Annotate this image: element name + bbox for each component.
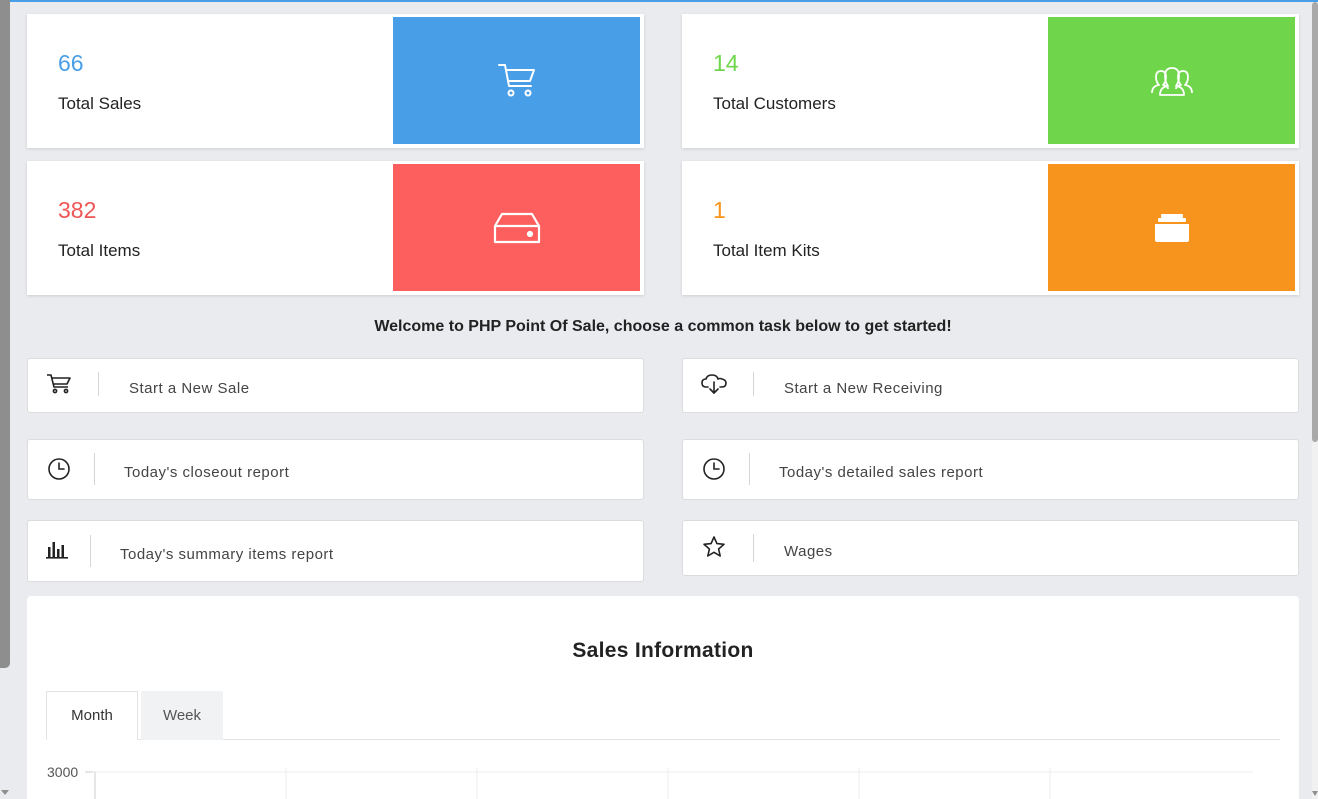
right-scroll-down-arrow[interactable] [1312, 791, 1318, 796]
task-start-new-sale[interactable]: Start a New Sale [27, 358, 644, 413]
task-todays-detailed-sales-report[interactable]: Today's detailed sales report [682, 439, 1299, 500]
stat-tile [393, 164, 640, 291]
task-label: Today's closeout report [124, 464, 290, 481]
left-scroll-down-arrow[interactable] [1, 790, 9, 795]
y-tick-label: 3000 [47, 764, 78, 780]
cart-icon [497, 63, 535, 96]
cloud-download-icon [701, 374, 727, 394]
stat-value: 382 [58, 197, 97, 223]
task-label: Today's detailed sales report [779, 464, 984, 481]
stat-value: 14 [713, 50, 739, 76]
task-start-new-receiving[interactable]: Start a New Receiving [682, 358, 1299, 413]
star-icon [703, 536, 725, 557]
customers-icon [1150, 66, 1193, 96]
left-scrollbar[interactable] [0, 0, 10, 668]
stat-label: Total Items [58, 241, 141, 260]
tab-divider [46, 739, 1280, 740]
task-label: Start a New Receiving [784, 380, 943, 397]
tab-month[interactable]: Month [46, 691, 138, 740]
stat-card-total-item-kits[interactable]: 1 Total Item Kits [682, 161, 1299, 295]
task-todays-closeout-report[interactable]: Today's closeout report [27, 439, 644, 500]
task-separator [94, 453, 95, 485]
stat-card-total-sales[interactable]: 66 Total Sales [27, 14, 644, 148]
sales-title: Sales Information [572, 639, 754, 662]
stat-card-total-customers[interactable]: 14 Total Customers [682, 14, 1299, 148]
stat-label: Total Customers [713, 94, 836, 113]
stat-tile [1048, 164, 1295, 291]
top-accent-bar [0, 0, 1318, 2]
stat-label: Total Item Kits [713, 241, 820, 260]
task-separator [98, 372, 99, 396]
stat-tile [1048, 17, 1295, 144]
stat-label: Total Sales [58, 94, 142, 113]
sales-chart: 3000 [47, 764, 1253, 799]
task-separator [90, 535, 91, 567]
stat-card-total-items[interactable]: 382 Total Items [27, 161, 644, 295]
clock-icon [703, 458, 725, 480]
right-scrollbar[interactable] [1312, 2, 1318, 799]
stat-value: 66 [58, 50, 84, 76]
task-separator [753, 372, 754, 396]
task-todays-summary-items-report[interactable]: Today's summary items report [27, 520, 644, 582]
task-label: Wages [784, 543, 833, 560]
task-label: Start a New Sale [129, 380, 250, 397]
stat-tile [393, 17, 640, 144]
bar-chart-icon [46, 542, 68, 559]
task-wages[interactable]: Wages [682, 520, 1299, 576]
stat-value: 1 [713, 197, 726, 223]
clock-icon [48, 458, 70, 480]
right-scrollbar-thumb[interactable] [1312, 2, 1318, 442]
task-separator [749, 453, 750, 485]
hdd-icon [493, 212, 540, 243]
cart-icon [47, 374, 71, 394]
sales-information-panel: Sales Information Week Month 3000 [27, 596, 1299, 799]
task-label: Today's summary items report [120, 546, 334, 563]
tab-week[interactable]: Week [141, 691, 223, 740]
welcome-message: Welcome to PHP Point Of Sale, choose a c… [374, 318, 952, 335]
inbox-icon [1154, 213, 1189, 242]
task-separator [753, 534, 754, 562]
